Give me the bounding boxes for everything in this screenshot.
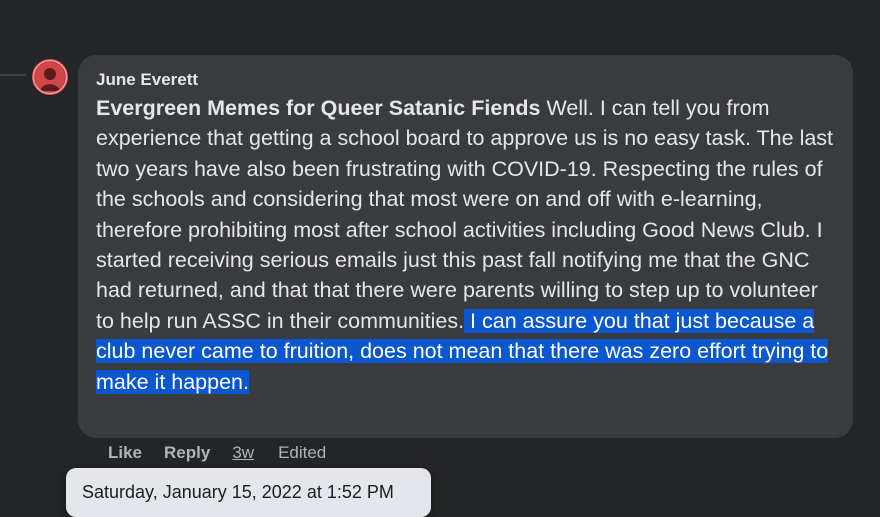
comment-body: Evergreen Memes for Queer Satanic Fiends… bbox=[96, 93, 838, 397]
comment-text: Well. I can tell you from experience tha… bbox=[96, 96, 834, 333]
timestamp-tooltip: Saturday, January 15, 2022 at 1:52 PM bbox=[66, 468, 431, 517]
thread-connector-line bbox=[0, 74, 26, 76]
comment-bubble: June Everett Evergreen Memes for Queer S… bbox=[78, 55, 853, 438]
tagged-group-link[interactable]: Evergreen Memes for Queer Satanic Fiends bbox=[96, 96, 541, 120]
avatar-image bbox=[32, 59, 68, 95]
comment-timestamp-link[interactable]: 3w bbox=[232, 443, 254, 463]
like-button[interactable]: Like bbox=[108, 443, 142, 463]
comment-thread: June Everett Evergreen Memes for Queer S… bbox=[0, 0, 880, 517]
edited-label[interactable]: Edited bbox=[278, 443, 326, 463]
tooltip-text: Saturday, January 15, 2022 at 1:52 PM bbox=[82, 482, 394, 502]
author-avatar[interactable] bbox=[32, 59, 68, 95]
comment-actions: Like Reply 3w Edited bbox=[108, 442, 326, 464]
reply-button[interactable]: Reply bbox=[164, 443, 210, 463]
comment-author-name[interactable]: June Everett bbox=[96, 69, 837, 91]
